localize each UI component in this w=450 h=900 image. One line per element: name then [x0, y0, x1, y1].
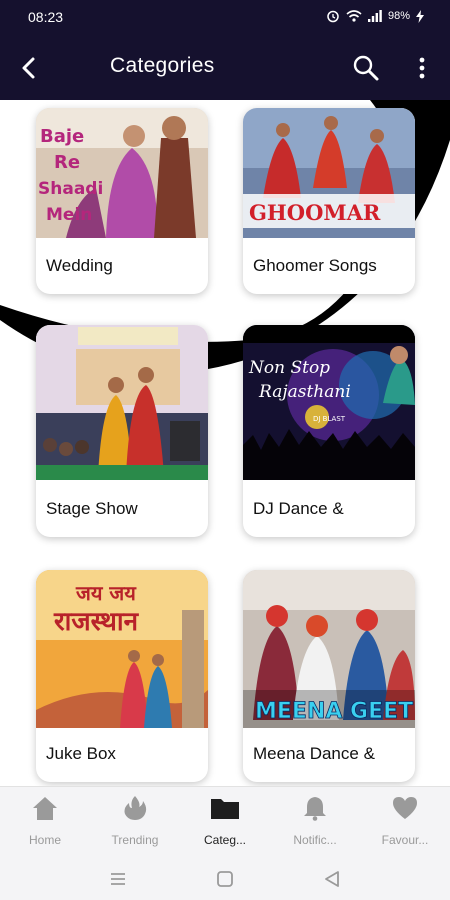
- folder-icon: [211, 799, 239, 819]
- nav-notifications[interactable]: Notific...: [270, 795, 360, 848]
- alarm-icon: [327, 10, 339, 23]
- system-navigation-bar: [0, 858, 450, 900]
- home-icon: [33, 797, 57, 820]
- category-card-wedding[interactable]: Baje Re Shaadi Mein Wedding: [36, 108, 208, 294]
- arrow-left-icon: [22, 57, 35, 79]
- category-label: Stage Show: [46, 499, 138, 518]
- home-system-button[interactable]: [213, 868, 237, 890]
- poster-text: जय जय: [75, 581, 137, 605]
- page-title: Categories: [110, 54, 215, 77]
- category-grid[interactable]: Baje Re Shaadi Mein Wedding GHOOMAR Ghoo…: [0, 100, 450, 786]
- battery-percent: 98%: [387, 10, 410, 22]
- more-vertical-icon: [419, 57, 425, 79]
- category-thumbnail: जय जय राजस्थान: [36, 570, 208, 728]
- category-label: DJ Dance &: [253, 499, 344, 518]
- category-thumbnail: MEENA GEET: [243, 570, 415, 728]
- category-label: Ghoomer Songs: [253, 256, 377, 275]
- category-card-juke-box[interactable]: जय जय राजस्थान Juke Box: [36, 570, 208, 782]
- poster-text: DJ BLAST: [313, 415, 346, 423]
- recent-apps-button[interactable]: [106, 868, 130, 890]
- back-system-button[interactable]: [320, 868, 344, 890]
- app-bar: Categories: [0, 36, 450, 100]
- nav-home[interactable]: Home: [0, 795, 90, 848]
- back-button[interactable]: [14, 52, 46, 84]
- category-thumbnail: Non Stop Rajasthani DJ BLAST: [243, 325, 415, 480]
- poster-text: Shaadi: [38, 179, 103, 199]
- nav-label: Favour...: [381, 833, 429, 847]
- search-icon: [353, 55, 379, 81]
- bottom-navigation: Home Trending Categ... Notific... Favour…: [0, 786, 450, 858]
- poster-text: Rajasthani: [258, 382, 351, 402]
- signal-icon: [367, 10, 382, 22]
- triangle-back-icon: [325, 871, 339, 887]
- category-card-meena-dance[interactable]: MEENA GEET Meena Dance &: [243, 570, 415, 782]
- poster-text: राजस्थान: [53, 607, 140, 637]
- square-icon: [217, 871, 233, 887]
- bell-icon: [304, 797, 326, 821]
- wifi-icon: [346, 10, 362, 22]
- nav-label: Trending: [111, 833, 159, 847]
- category-card-dj-dance[interactable]: Non Stop Rajasthani DJ BLAST DJ Dance &: [243, 325, 415, 537]
- category-card-stage-show[interactable]: Stage Show: [36, 325, 208, 537]
- category-thumbnail: Baje Re Shaadi Mein: [36, 108, 208, 238]
- poster-text: MEENA GEET: [255, 699, 413, 724]
- nav-categories[interactable]: Categ...: [180, 795, 270, 848]
- status-icons: 98%: [326, 9, 424, 23]
- nav-favourites[interactable]: Favour...: [360, 795, 450, 848]
- poster-text: Mein: [46, 205, 92, 225]
- poster-text: GHOOMAR: [249, 200, 381, 225]
- poster-text: Baje: [40, 126, 84, 147]
- category-thumbnail: [36, 325, 208, 480]
- charging-icon: [416, 9, 424, 23]
- category-label: Meena Dance &: [253, 744, 375, 763]
- heart-icon: [393, 797, 417, 819]
- nav-label: Home: [28, 833, 61, 847]
- nav-label: Notific...: [293, 833, 337, 847]
- more-options-button[interactable]: [410, 54, 434, 84]
- category-label: Wedding: [46, 256, 113, 275]
- nav-trending[interactable]: Trending: [90, 795, 180, 848]
- poster-text: Non Stop: [248, 358, 330, 378]
- fire-icon: [124, 796, 147, 820]
- category-card-ghoomer-songs[interactable]: GHOOMAR Ghoomer Songs: [243, 108, 415, 294]
- nav-label: Categ...: [203, 833, 247, 847]
- menu-lines-icon: [111, 873, 125, 885]
- search-button[interactable]: [350, 52, 382, 84]
- category-thumbnail: GHOOMAR: [243, 108, 415, 238]
- status-bar: 08:23 98%: [0, 0, 450, 36]
- status-time: 08:23: [28, 9, 64, 25]
- poster-text: Re: [54, 152, 80, 173]
- category-label: Juke Box: [46, 744, 116, 763]
